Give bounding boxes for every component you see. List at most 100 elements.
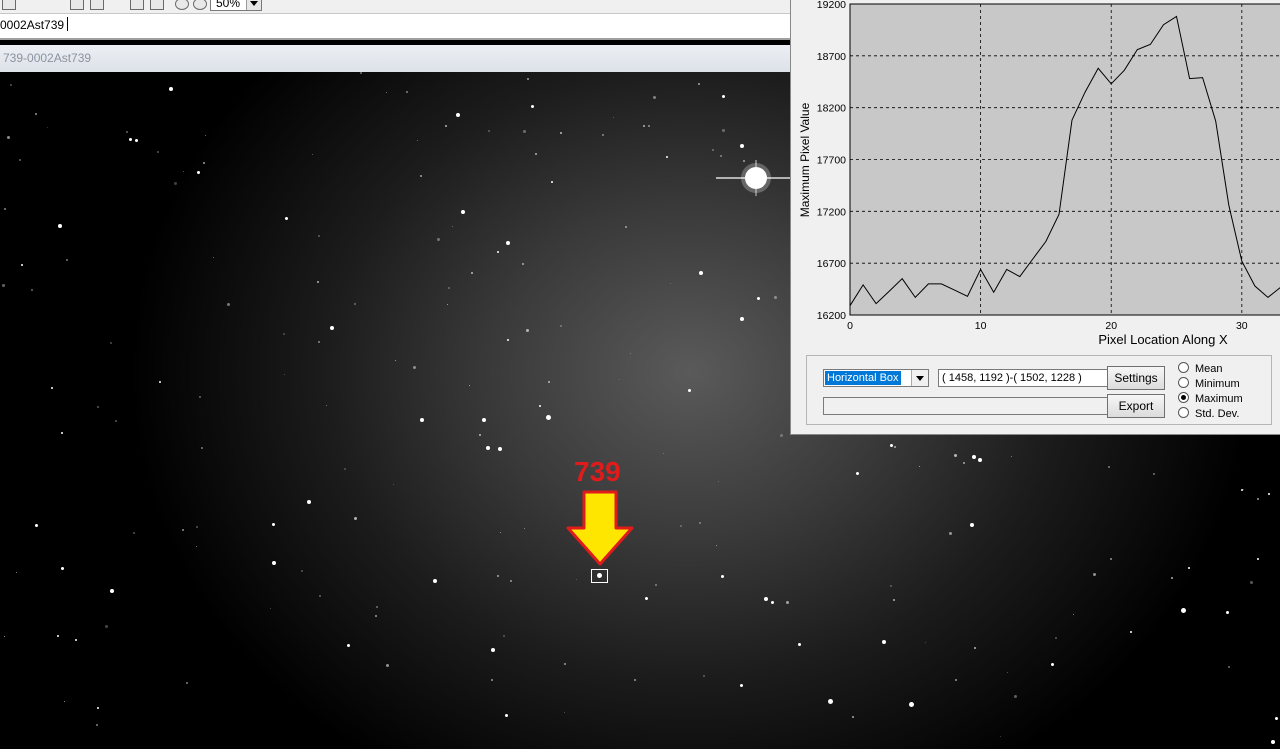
faint-star — [564, 663, 566, 665]
star — [1225, 610, 1229, 614]
image-name-field[interactable]: 0002Ast739 — [0, 18, 64, 32]
save-icon[interactable] — [70, 0, 84, 10]
chevron-down-icon[interactable] — [246, 0, 261, 10]
star — [456, 113, 460, 117]
target-marker-box — [591, 569, 608, 583]
status-field — [823, 397, 1113, 415]
faint-star — [19, 159, 21, 161]
export-button[interactable]: Export — [1107, 394, 1165, 418]
radio-maximum[interactable]: Maximum — [1178, 392, 1243, 406]
faint-star — [510, 580, 512, 582]
faint-star — [2, 284, 5, 287]
faint-star — [4, 636, 5, 637]
faint-star — [643, 125, 645, 127]
faint-star — [955, 679, 957, 681]
star — [61, 432, 63, 434]
star — [908, 701, 914, 707]
faint-star — [196, 526, 198, 528]
radio-minimum[interactable]: Minimum — [1178, 377, 1240, 391]
zoom-combo[interactable]: 50% — [210, 0, 262, 11]
faint-star — [699, 522, 701, 524]
star — [740, 144, 744, 148]
faint-star — [213, 257, 214, 258]
radio-std-dev[interactable]: Std. Dev. — [1178, 407, 1239, 421]
faint-star — [318, 341, 320, 343]
faint-star — [420, 175, 422, 177]
star — [827, 698, 833, 704]
radio-button[interactable] — [1178, 362, 1189, 373]
star — [271, 522, 275, 526]
y-tick-label: 19200 — [817, 0, 846, 11]
y-tick-label: 16200 — [817, 310, 846, 322]
y-tick-label: 18700 — [817, 51, 846, 63]
star — [504, 713, 508, 717]
faint-star — [227, 303, 230, 306]
copy-icon[interactable] — [90, 0, 104, 10]
box-coords-field[interactable]: ( 1458, 1192 )-( 1502, 1228 ) — [938, 369, 1113, 387]
faint-star — [1228, 666, 1230, 668]
faint-star — [925, 642, 926, 643]
faint-star — [115, 420, 117, 422]
star — [1257, 558, 1259, 560]
star — [545, 414, 551, 420]
faint-star — [10, 84, 12, 86]
faint-star — [319, 595, 321, 597]
zoom-in-icon[interactable] — [175, 0, 189, 10]
faint-star — [393, 484, 394, 485]
star — [797, 642, 801, 646]
faint-star — [126, 131, 128, 133]
star — [770, 600, 774, 604]
radio-button-selected[interactable] — [1178, 392, 1189, 403]
profile-mode-select[interactable]: Horizontal Box — [823, 369, 929, 387]
faint-star — [560, 325, 562, 327]
radio-mean[interactable]: Mean — [1178, 362, 1223, 376]
radio-button[interactable] — [1178, 377, 1189, 388]
faint-star — [283, 333, 285, 335]
radio-button[interactable] — [1178, 407, 1189, 418]
faint-star — [471, 272, 473, 274]
faint-star — [653, 96, 656, 99]
faint-star — [523, 130, 526, 133]
image-window-titlebar[interactable]: 739-0002Ast739 — [0, 45, 790, 72]
clipboard-icon[interactable] — [150, 0, 164, 10]
faint-star — [780, 434, 783, 437]
open-icon[interactable] — [2, 0, 16, 10]
radio-label: Minimum — [1195, 378, 1240, 390]
star — [1050, 662, 1054, 666]
faint-star — [670, 283, 671, 284]
faint-star — [630, 353, 631, 354]
faint-star — [354, 303, 356, 305]
faint-star — [619, 379, 620, 380]
faint-star — [16, 572, 17, 573]
star — [740, 317, 744, 321]
faint-star — [488, 130, 490, 132]
pointer-icon[interactable] — [276, 0, 284, 8]
star — [721, 94, 725, 98]
zoom-out-icon[interactable] — [193, 0, 207, 10]
faint-star — [301, 570, 303, 572]
faint-star — [360, 72, 362, 74]
star — [497, 251, 499, 253]
faint-star — [698, 83, 700, 85]
x-tick-label: 30 — [1236, 320, 1248, 332]
faint-star — [448, 287, 450, 289]
chevron-down-icon[interactable] — [911, 370, 928, 386]
faint-star — [718, 481, 719, 482]
faint-star — [413, 366, 416, 369]
faint-star — [919, 466, 920, 467]
star — [75, 639, 77, 641]
paste-icon[interactable] — [130, 0, 144, 10]
faint-star — [199, 396, 201, 398]
faint-star — [317, 281, 319, 283]
faint-star — [680, 525, 682, 527]
faint-star — [500, 532, 501, 533]
profile-mode-value: Horizontal Box — [825, 371, 901, 385]
faint-star — [133, 532, 135, 534]
faint-star — [548, 381, 550, 383]
faint-star — [479, 434, 481, 436]
y-tick-label: 18200 — [817, 103, 846, 115]
settings-button[interactable]: Settings — [1107, 366, 1165, 390]
faint-star — [1171, 577, 1173, 579]
faint-star — [527, 78, 529, 80]
faint-star — [722, 129, 725, 132]
